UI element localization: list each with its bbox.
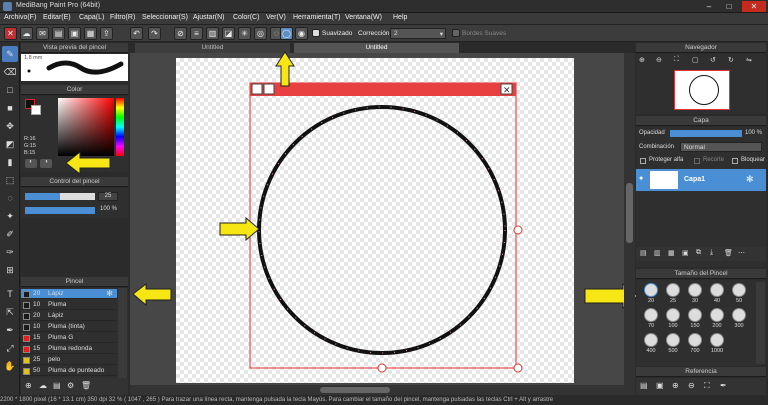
navigator-header: Navegador [636, 43, 766, 53]
reference-zoom-in-icon[interactable]: ⊕ [672, 381, 679, 390]
brush-size-label: 50 [735, 298, 743, 304]
brush-size-option[interactable] [666, 308, 680, 322]
nav-rotate-right-icon[interactable]: ↻ [728, 56, 734, 64]
layer-name: Capa1 [684, 176, 706, 183]
vertical-scrollbar[interactable] [624, 53, 635, 395]
reference-zoom-out-icon[interactable]: ⊖ [688, 381, 695, 390]
nav-flip-icon[interactable]: ⇋ [746, 56, 752, 64]
navigator-panel: ⊕ ⊖ ⛶ ▢ ↺ ↻ ⇋ [636, 54, 766, 114]
nav-actual-size-icon[interactable]: ▢ [692, 56, 699, 64]
layer-row[interactable]: ● Capa1 ✻ [636, 169, 766, 191]
layer-panel: Opacidad 100 % Combinación Normal Proteg… [636, 127, 766, 267]
brush-size-label: 300 [734, 323, 744, 329]
layer-header: Capa [636, 116, 766, 126]
brush-size-label: 40 [713, 298, 721, 304]
handle-corner [513, 363, 523, 373]
drawn-circle [257, 105, 507, 355]
vertical-scroll-thumb[interactable] [626, 183, 633, 243]
reference-image-icon[interactable]: ▣ [656, 381, 664, 390]
brush-size-label: 1000 [710, 348, 724, 354]
clip-label: Recorte [703, 157, 725, 163]
brush-size-label: 30 [691, 298, 699, 304]
arrow-up-toolbar [275, 51, 295, 87]
brush-size-option[interactable] [710, 308, 724, 322]
brush-size-option[interactable] [644, 283, 658, 297]
transform-bounding-box [249, 82, 517, 369]
protect-alpha-checkbox[interactable] [640, 158, 646, 164]
rotate-snap-icon [251, 83, 263, 95]
layer-settings-icon[interactable]: ✻ [746, 174, 754, 185]
layer-more-icon[interactable]: ⋯ [738, 249, 745, 257]
duplicate-layer-icon[interactable]: ⧉ [696, 249, 701, 257]
nav-fit-icon[interactable]: ⛶ [674, 56, 679, 64]
reference-panel: ▤ ▣ ⊕ ⊖ ⛶ ✒ [636, 378, 766, 395]
brush-size-option[interactable] [688, 308, 702, 322]
brush-size-label: 100 [668, 323, 678, 329]
brush-size-label: 150 [690, 323, 700, 329]
brush-size-option[interactable] [688, 333, 702, 347]
new-color-layer-icon[interactable]: ▥ [654, 249, 661, 257]
brush-size-option[interactable] [710, 333, 724, 347]
brush-size-scrollbar[interactable] [756, 282, 765, 364]
opacity-label: Opacidad [639, 130, 665, 136]
clip-checkbox[interactable] [694, 158, 700, 164]
snap-control-bar [250, 83, 516, 96]
layer-thumbnail [650, 171, 678, 189]
svg-text:✕: ✕ [503, 85, 511, 95]
resize-snap-icon [263, 83, 275, 95]
delete-layer-icon[interactable]: 🗑 [724, 249, 733, 257]
arrow-left-color [65, 150, 111, 176]
brush-size-option[interactable] [732, 283, 746, 297]
protect-alpha-label: Proteger alfa [649, 157, 684, 163]
layer-opacity-value: 100 % [745, 130, 763, 136]
brush-size-label: 25 [669, 298, 677, 304]
handle-top [364, 102, 368, 106]
nav-rotate-left-icon[interactable]: ↺ [710, 56, 716, 64]
horizontal-scrollbar[interactable] [130, 385, 624, 395]
brush-size-option[interactable] [688, 283, 702, 297]
lock-checkbox[interactable] [732, 158, 738, 164]
nav-zoom-in-icon[interactable]: ⊕ [639, 56, 645, 64]
brush-size-option[interactable] [732, 308, 746, 322]
horizontal-scroll-thumb[interactable] [320, 387, 390, 393]
lock-label: Bloquear [741, 157, 766, 163]
brush-size-label: 400 [646, 348, 656, 354]
brush-size-label: 200 [712, 323, 722, 329]
reference-open-icon[interactable]: ▤ [640, 381, 648, 390]
new-layer-icon[interactable]: ▤ [640, 249, 647, 257]
brush-size-option[interactable] [710, 283, 724, 297]
new-halftone-layer-icon[interactable]: ▦ [668, 249, 675, 257]
brush-size-option[interactable] [666, 283, 680, 297]
blend-mode-value: Normal [684, 144, 705, 151]
arrow-left-brush [132, 282, 172, 307]
arrow-right-canvas [219, 216, 260, 242]
layer-opacity-slider[interactable] [670, 130, 742, 137]
merge-down-icon[interactable]: ⤓ [710, 249, 713, 257]
reference-fit-icon[interactable]: ⛶ [704, 381, 710, 391]
nav-zoom-out-icon[interactable]: ⊖ [656, 56, 662, 64]
brush-size-option[interactable] [644, 333, 658, 347]
brush-size-option[interactable] [644, 308, 658, 322]
reference-eyedropper-icon[interactable]: ✒ [720, 381, 727, 390]
brush-size-label: 20 [647, 298, 655, 304]
status-bar: 2200 * 1800 pixel (16 * 13.1 cm) 350 dpi… [0, 395, 768, 405]
brush-size-label: 70 [647, 323, 655, 329]
blend-mode-select[interactable]: Normal [680, 142, 762, 152]
handle-bottom [377, 363, 387, 373]
brush-size-label: 500 [668, 348, 678, 354]
folder-icon[interactable]: ▣ [682, 249, 689, 257]
brush-size-header: Tamaño del Pincel [636, 269, 766, 279]
handle-right [513, 225, 523, 235]
navigator-thumbnail[interactable] [674, 70, 730, 110]
layer-footer: ▤ ▥ ▦ ▣ ⧉ ⤓ 🗑 ⋯ [636, 247, 766, 261]
reference-header: Referencia [636, 367, 766, 377]
brush-size-option[interactable] [666, 333, 680, 347]
eye-icon[interactable]: ● [639, 175, 643, 182]
brush-size-label: 700 [690, 348, 700, 354]
blend-label: Combinación [639, 144, 675, 150]
